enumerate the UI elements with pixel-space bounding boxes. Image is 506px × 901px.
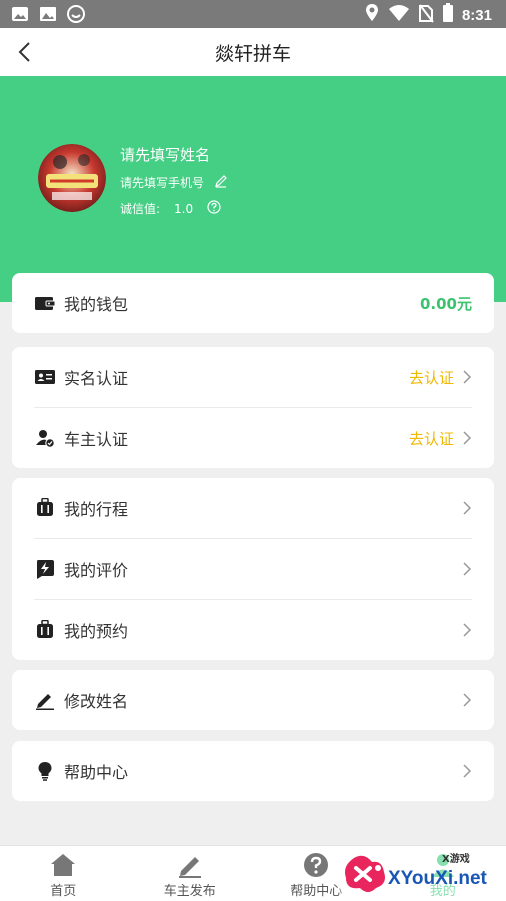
chevron-right-icon [462,500,472,516]
clock: 8:31 [462,7,492,24]
edit-name-label: 修改姓名 [64,688,462,712]
wallet-icon [34,292,56,314]
chevron-right-icon [462,622,472,638]
question-icon[interactable] [207,200,221,217]
edit-phone-icon[interactable] [214,174,228,191]
watermark: X游戏 XYouXi.net [338,848,498,896]
gallery-icon [10,4,30,28]
svg-text:XYouXi.net: XYouXi.net [388,868,488,889]
battery-icon [442,3,454,27]
wallet-amount: 0.00元 [420,293,472,314]
lightbulb-icon [34,760,56,782]
luggage-icon [34,497,56,519]
my-bookings-row[interactable]: 我的预约 [12,600,494,660]
verify-row-driver[interactable]: 车主认证 去认证 [12,408,494,468]
verify-identity-action: 去认证 [409,367,454,388]
edit-name-card: 修改姓名 [12,670,494,730]
pencil-icon [34,689,56,711]
watermark-logo: X游戏 XYouXi.net [338,848,498,896]
no-sim-icon [418,3,434,27]
review-bolt-icon [34,558,56,580]
page-title: 燚轩拼车 [0,39,506,66]
tab-driver-post-label: 车主发布 [164,880,216,899]
luggage-icon [34,619,56,641]
smiley-icon [66,4,86,28]
profile-header: 请先填写姓名 请先填写手机号 诚信值: 1.0 [0,76,506,302]
trips-card: 我的行程 我的评价 我的预约 [12,478,494,660]
edit-name-row[interactable]: 修改姓名 [12,670,494,730]
verification-card: 实名认证 去认证 车主认证 去认证 [12,347,494,468]
verify-driver-action: 去认证 [409,428,454,449]
image-icon [38,4,58,28]
chevron-right-icon [462,369,472,385]
help-card: 帮助中心 [12,741,494,801]
my-bookings-label: 我的预约 [64,618,462,642]
my-reviews-label: 我的评价 [64,557,462,581]
tab-driver-post[interactable]: 车主发布 [127,846,254,901]
user-name: 请先填写姓名 [120,144,210,165]
tab-home[interactable]: 首页 [0,846,127,901]
home-icon [50,852,76,878]
verify-identity-label: 实名认证 [64,365,409,389]
svg-text:X游戏: X游戏 [442,852,470,865]
credit-value: 1.0 [174,202,193,216]
app-header: 燚轩拼车 [0,28,506,76]
wallet-row[interactable]: 我的钱包 0.00元 [12,273,494,333]
help-center-label: 帮助中心 [64,759,462,783]
question-icon [303,852,329,878]
location-icon [364,3,380,27]
verify-driver-label: 车主认证 [64,426,409,450]
my-trips-label: 我的行程 [64,496,462,520]
wallet-card: 我的钱包 0.00元 [12,273,494,333]
driver-verified-icon [34,427,56,449]
help-center-row[interactable]: 帮助中心 [12,741,494,801]
verify-row-identity[interactable]: 实名认证 去认证 [12,347,494,407]
wallet-label: 我的钱包 [64,291,420,315]
id-card-icon [34,366,56,388]
status-bar: 8:31 [0,0,506,28]
tab-home-label: 首页 [50,880,76,899]
my-reviews-row[interactable]: 我的评价 [12,539,494,599]
chevron-right-icon [462,692,472,708]
avatar[interactable] [38,144,106,212]
chevron-right-icon [462,763,472,779]
credit-label: 诚信值: [120,200,160,217]
my-trips-row[interactable]: 我的行程 [12,478,494,538]
tab-help-label: 帮助中心 [290,880,342,899]
pencil-icon [177,852,203,878]
wifi-icon [388,4,410,26]
user-phone: 请先填写手机号 [120,174,204,191]
chevron-right-icon [462,561,472,577]
chevron-right-icon [462,430,472,446]
